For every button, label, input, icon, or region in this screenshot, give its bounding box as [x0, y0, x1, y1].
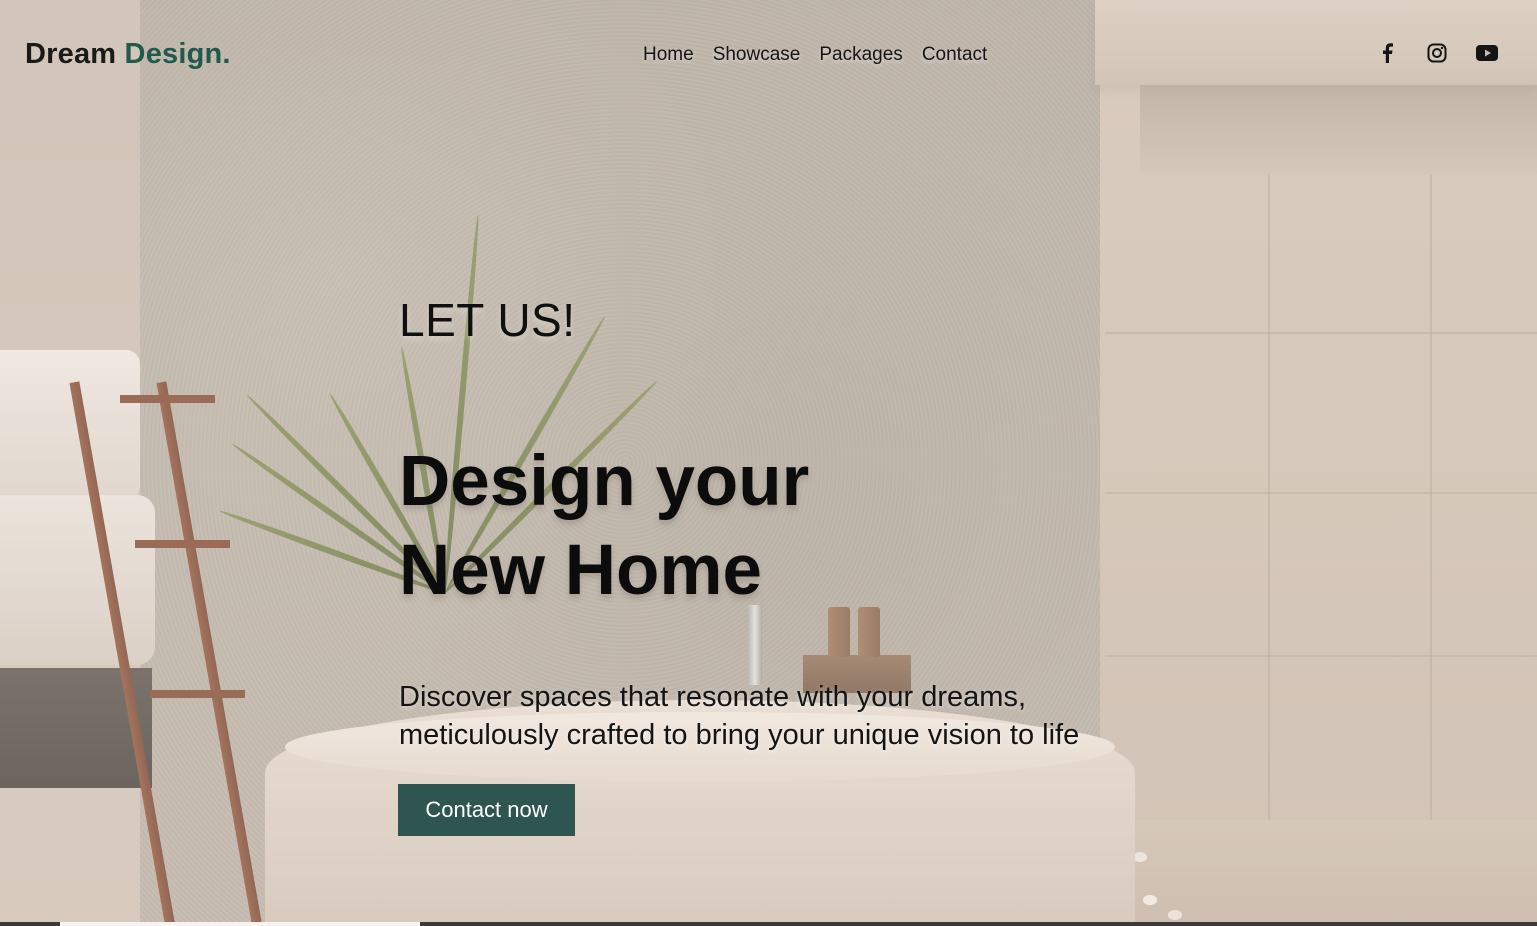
hero-headline: Design your New Home: [399, 437, 1099, 615]
logo-primary-text: Dream: [25, 38, 117, 70]
nav-link-showcase[interactable]: Showcase: [713, 44, 801, 66]
facebook-icon[interactable]: [1375, 40, 1399, 66]
nav-link-contact[interactable]: Contact: [922, 44, 987, 66]
contact-now-button[interactable]: Contact now: [398, 784, 575, 836]
headline-line-2: New Home: [399, 531, 762, 610]
youtube-icon[interactable]: [1475, 40, 1499, 66]
main-nav: Home Showcase Packages Contact: [643, 44, 987, 66]
subtext-line-2: meticulously crafted to bring your uniqu…: [399, 719, 1080, 751]
subtext-line-1: Discover spaces that resonate with your …: [399, 681, 1026, 713]
hero-eyebrow: LET US!: [399, 294, 576, 346]
instagram-icon[interactable]: [1425, 40, 1449, 66]
hero-section: Dream Design. Home Showcase Packages Con…: [0, 0, 1537, 926]
hero-subtext: Discover spaces that resonate with your …: [399, 678, 1199, 754]
site-logo[interactable]: Dream Design.: [25, 38, 231, 71]
social-links: [1375, 40, 1499, 66]
logo-accent-text: Design.: [124, 38, 231, 70]
headline-line-1: Design your: [399, 442, 810, 521]
nav-link-packages[interactable]: Packages: [819, 44, 902, 66]
nav-link-home[interactable]: Home: [643, 44, 694, 66]
site-header: Dream Design. Home Showcase Packages Con…: [0, 0, 1537, 110]
